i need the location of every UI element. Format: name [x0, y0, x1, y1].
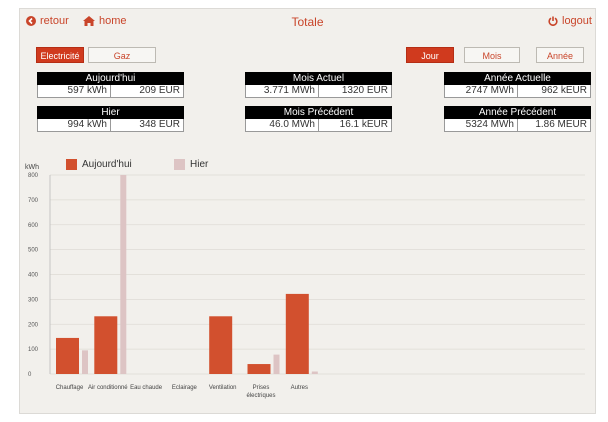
y-tick-label: 200	[28, 322, 39, 328]
y-tick-label: 800	[28, 173, 39, 179]
y-tick-label: 0	[28, 372, 32, 378]
bar-yesterday	[311, 371, 318, 374]
bar-yesterday	[82, 350, 88, 374]
y-tick-label: 700	[28, 198, 39, 204]
bar-chart: 0 100 200 300 400 500 600 700 800	[28, 173, 585, 378]
bar-today	[209, 316, 233, 374]
y-tick-label: 400	[28, 273, 39, 279]
y-tick-label: 300	[28, 297, 39, 303]
bar-yesterday	[273, 354, 280, 374]
bar-today	[94, 316, 118, 374]
y-tick-label: 100	[28, 347, 39, 353]
y-tick-label: 500	[28, 248, 39, 254]
bar-today	[247, 364, 271, 374]
x-tick-label: Autres	[290, 385, 308, 391]
bar-yesterday	[120, 175, 127, 374]
bar-today	[285, 293, 309, 374]
y-tick-label: 600	[28, 223, 39, 229]
app-window: retour home Totale logout Electricité Ga…	[19, 8, 596, 414]
bar-today	[56, 337, 79, 374]
